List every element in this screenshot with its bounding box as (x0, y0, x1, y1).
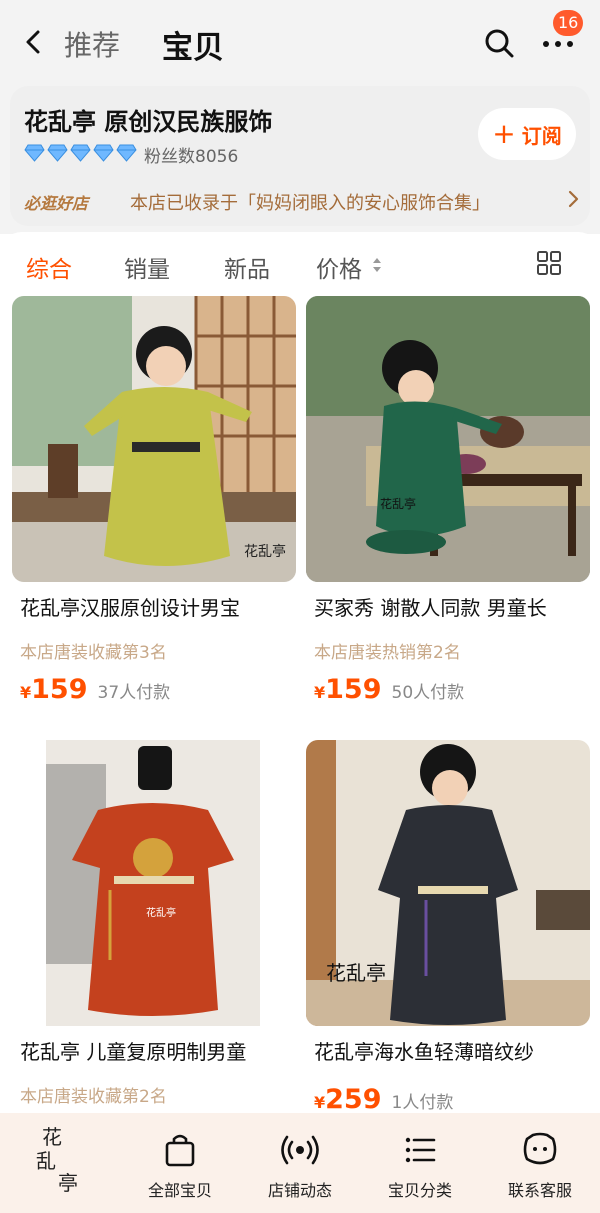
paid-count: 1人付款 (391, 1093, 454, 1113)
notification-badge: 16 (553, 10, 584, 36)
watermark-text: 花乱亭 (244, 543, 286, 560)
logo-char: 亭 (58, 1171, 78, 1195)
product-image[interactable]: 花乱亭 (12, 296, 296, 582)
nav-shop-updates[interactable]: 店铺动态 (240, 1131, 360, 1201)
subscribe-button[interactable]: + 订阅 (478, 108, 576, 160)
watermark-text: 花乱亭 (380, 496, 416, 511)
search-button[interactable] (482, 26, 516, 60)
watermark-text: 花乱亭 (326, 961, 386, 985)
product-card[interactable]: 花乱亭 花乱亭 儿童复原明制男童 本店唐装收藏第2名 (12, 740, 296, 1120)
diamond-icon (70, 144, 91, 162)
product-rank: 本店唐装热销第2名 (314, 643, 461, 663)
chevron-left-icon (26, 30, 40, 54)
diamond-icon (116, 144, 137, 162)
sort-arrows-icon[interactable] (372, 256, 382, 274)
subscribe-label: 订阅 (521, 123, 562, 148)
back-button[interactable] (18, 26, 50, 58)
search-icon (485, 29, 514, 58)
nav-label: 店铺动态 (267, 1181, 332, 1200)
nav-label: 宝贝分类 (387, 1181, 452, 1200)
nav-categories[interactable]: 宝贝分类 (360, 1131, 480, 1201)
product-rank: 本店唐装收藏第2名 (20, 1087, 167, 1107)
plus-icon: + (492, 117, 516, 150)
product-title[interactable]: 买家秀 谢散人同款 男童长 (314, 592, 590, 621)
price-currency: ¥ (314, 1093, 326, 1112)
bottom-nav: 花 乱 亭 全部宝贝 店铺动态 宝贝分类 联系客服 (0, 1113, 600, 1213)
product-card[interactable]: 花乱亭 花乱亭海水鱼轻薄暗纹纱 ¥259 1人付款 (306, 740, 590, 1120)
shop-card[interactable]: 花乱亭 原创汉民族服饰 粉丝数8056 + 订阅 必逛好店 本店已收录于「妈妈闭… (10, 86, 590, 226)
shop-rating-diamonds (24, 144, 137, 164)
sort-bar: 综合 销量 新品 价格 (0, 232, 600, 296)
diamond-icon (93, 144, 114, 162)
product-card[interactable]: 花乱亭 买家秀 谢散人同款 男童长 本店唐装热销第2名 ¥159 50人付款 (306, 296, 590, 716)
shop-name: 花乱亭 原创汉民族服饰 (24, 108, 273, 136)
nav-label: 联系客服 (507, 1181, 572, 1200)
product-image[interactable]: 花乱亭 (12, 740, 296, 1026)
product-price-row: ¥159 50人付款 (314, 674, 464, 705)
tab-products[interactable]: 宝贝 (162, 22, 224, 67)
logo-char: 乱 (36, 1149, 56, 1173)
diamond-icon (47, 144, 68, 162)
price-currency: ¥ (20, 683, 32, 702)
grid-layout-icon[interactable] (536, 250, 562, 276)
product-image[interactable]: 花乱亭 (306, 740, 590, 1026)
diamond-icon (24, 144, 45, 162)
logo-char: 花 (42, 1125, 62, 1149)
product-title[interactable]: 花乱亭海水鱼轻薄暗纹纱 (314, 1036, 590, 1065)
broadcast-icon (281, 1135, 319, 1165)
watermark-text: 花乱亭 (146, 906, 176, 919)
product-title[interactable]: 花乱亭汉服原创设计男宝 (20, 592, 296, 621)
price-value: 159 (325, 674, 382, 705)
product-rank: 本店唐装收藏第3名 (20, 643, 167, 663)
promo-tag: 必逛好店 (24, 194, 89, 213)
fans-count: 粉丝数8056 (144, 147, 239, 167)
sort-new[interactable]: 新品 (224, 250, 270, 284)
product-card[interactable]: 花乱亭 花乱亭汉服原创设计男宝 本店唐装收藏第3名 ¥159 37人付款 (12, 296, 296, 716)
sort-sales[interactable]: 销量 (124, 250, 170, 284)
nav-label: 全部宝贝 (147, 1181, 212, 1200)
price-currency: ¥ (314, 683, 326, 702)
shop-logo[interactable]: 花 乱 亭 (36, 1125, 92, 1203)
list-icon (405, 1137, 436, 1163)
tab-recommend[interactable]: 推荐 (64, 24, 120, 64)
paid-count: 50人付款 (391, 683, 465, 703)
nav-customer-service[interactable]: 联系客服 (480, 1131, 600, 1201)
shopping-bag-icon (165, 1134, 195, 1167)
product-price-row: ¥259 1人付款 (314, 1084, 453, 1115)
price-value: 159 (31, 674, 88, 705)
sort-comprehensive[interactable]: 综合 (26, 250, 72, 284)
nav-all-products[interactable]: 全部宝贝 (120, 1131, 240, 1201)
top-bar: 推荐 宝贝 16 (0, 0, 600, 84)
chat-face-icon (523, 1132, 557, 1165)
shop-section: 花乱亭 原创汉民族服饰 粉丝数8056 + 订阅 必逛好店 本店已收录于「妈妈闭… (0, 84, 600, 234)
sort-price[interactable]: 价格 (316, 250, 362, 284)
chevron-right-icon[interactable] (564, 188, 582, 210)
product-price-row: ¥159 37人付款 (20, 674, 170, 705)
paid-count: 37人付款 (97, 683, 171, 703)
product-title[interactable]: 花乱亭 儿童复原明制男童 (20, 1036, 296, 1065)
product-panel: 综合 销量 新品 价格 花乱亭 花乱亭汉服原创设计男宝 本店唐装收藏第3名 ¥1… (0, 232, 600, 1213)
price-value: 259 (325, 1084, 382, 1115)
promo-text[interactable]: 本店已收录于「妈妈闭眼入的安心服饰合集」 (130, 189, 490, 215)
product-image[interactable]: 花乱亭 (306, 296, 590, 582)
